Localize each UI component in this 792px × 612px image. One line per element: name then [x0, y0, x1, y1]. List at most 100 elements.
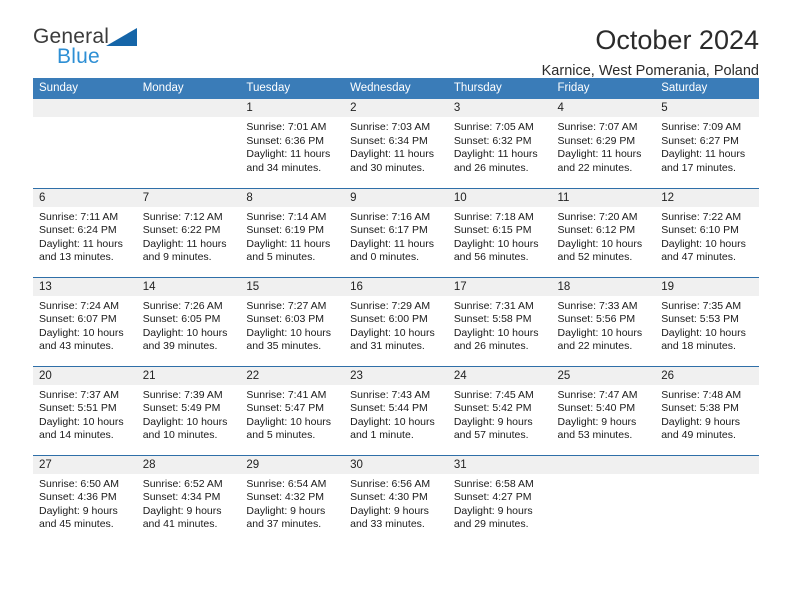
- day-number: 8: [240, 188, 345, 207]
- day-details: Sunrise: 7:24 AM Sunset: 6:07 PM Daylight:…: [33, 296, 137, 354]
- day-cell-inner: 8 Sunrise: 7:14 AM Sunset: 6:19 PM Daylight…: [240, 188, 345, 277]
- calendar-day-cell[interactable]: 4 Sunrise: 7:07 AM Sunset: 6:29 PM Daylight…: [551, 99, 656, 188]
- day-cell-inner: 14 Sunrise: 7:26 AM Sunset: 6:05 PM Dayligh…: [136, 277, 241, 366]
- daylight-text: Daylight: 9 hours and 29 minutes.: [453, 504, 533, 531]
- calendar-day-cell[interactable]: 23 Sunrise: 7:43 AM Sunset: 5:44 PM Dayligh…: [344, 365, 448, 455]
- day-cell-inner: 3 Sunrise: 7:05 AM Sunset: 6:32 PM Daylight…: [447, 99, 552, 188]
- calendar-day-cell[interactable]: 25 Sunrise: 7:47 AM Sunset: 5:40 PM Dayligh…: [551, 365, 656, 455]
- sunrise-text: Sunrise: 7:33 AM: [557, 299, 638, 312]
- calendar-week-row: 27 Sunrise: 6:50 AM Sunset: 4:36 PM Dayligh…: [33, 454, 759, 545]
- day-number: [655, 455, 759, 474]
- day-cell-inner: 11 Sunrise: 7:20 AM Sunset: 6:12 PM Dayligh…: [551, 188, 656, 277]
- calendar-day-cell[interactable]: 10 Sunrise: 7:18 AM Sunset: 6:15 PM Dayligh…: [447, 187, 552, 277]
- sunrise-text: Sunrise: 7:03 AM: [350, 121, 431, 133]
- calendar-day-cell[interactable]: 22 Sunrise: 7:41 AM Sunset: 5:47 PM Dayligh…: [240, 365, 345, 455]
- sunset-text: Sunset: 6:05 PM: [142, 313, 221, 326]
- day-details: Sunrise: 7:37 AM Sunset: 5:51 PM Daylight:…: [33, 385, 137, 443]
- calendar-day-cell[interactable]: 14 Sunrise: 7:26 AM Sunset: 6:05 PM Dayligh…: [136, 276, 241, 366]
- daylight-text: Daylight: 11 hours and 34 minutes.: [246, 148, 331, 174]
- sunrise-text: Sunrise: 7:22 AM: [661, 210, 742, 223]
- calendar-day-cell[interactable]: 16 Sunrise: 7:29 AM Sunset: 6:00 PM Dayligh…: [344, 276, 448, 366]
- sunrise-text: Sunrise: 7:43 AM: [350, 388, 431, 401]
- sunset-text: Sunset: 5:58 PM: [453, 313, 532, 326]
- sunset-text: Sunset: 5:49 PM: [142, 402, 221, 415]
- calendar-day-cell[interactable]: 24 Sunrise: 7:45 AM Sunset: 5:42 PM Dayligh…: [447, 365, 552, 455]
- calendar-day-cell[interactable]: 15 Sunrise: 7:27 AM Sunset: 6:03 PM Dayligh…: [240, 276, 345, 366]
- calendar-day-cell[interactable]: 9 Sunrise: 7:16 AM Sunset: 6:17 PM Daylight…: [344, 187, 448, 277]
- calendar-day-cell[interactable]: 21 Sunrise: 7:39 AM Sunset: 5:49 PM Dayligh…: [136, 365, 241, 455]
- day-details: Sunrise: 7:20 AM Sunset: 6:12 PM Daylight:…: [552, 207, 656, 265]
- calendar-week-row: 20 Sunrise: 7:37 AM Sunset: 5:51 PM Dayligh…: [33, 365, 759, 455]
- day-cell-inner: 23 Sunrise: 7:43 AM Sunset: 5:44 PM Dayligh…: [344, 366, 448, 455]
- sunset-text: Sunset: 4:30 PM: [350, 491, 428, 504]
- weekday-header-thursday: Thursday: [447, 78, 552, 99]
- sunset-text: Sunset: 6:10 PM: [661, 224, 739, 237]
- sunrise-text: Sunrise: 7:45 AM: [453, 388, 534, 401]
- calendar-day-cell[interactable]: 11 Sunrise: 7:20 AM Sunset: 6:12 PM Dayligh…: [551, 187, 656, 277]
- calendar-day-cell[interactable]: 29 Sunrise: 6:54 AM Sunset: 4:32 PM Dayligh…: [240, 454, 345, 545]
- day-number: 6: [33, 188, 137, 207]
- day-cell-inner: 12 Sunrise: 7:22 AM Sunset: 6:10 PM Dayligh…: [655, 188, 759, 277]
- calendar-day-cell[interactable]: 18 Sunrise: 7:33 AM Sunset: 5:56 PM Dayligh…: [551, 276, 656, 366]
- day-details: Sunrise: 7:43 AM Sunset: 5:44 PM Daylight:…: [344, 385, 448, 443]
- sunrise-text: Sunrise: 7:09 AM: [661, 121, 742, 133]
- day-details: Sunrise: 7:41 AM Sunset: 5:47 PM Daylight:…: [240, 385, 344, 443]
- day-cell-inner: 17 Sunrise: 7:31 AM Sunset: 5:58 PM Dayligh…: [447, 277, 552, 366]
- calendar-day-cell[interactable]: 5 Sunrise: 7:09 AM Sunset: 6:27 PM Daylight…: [655, 99, 759, 188]
- calendar-day-cell[interactable]: 27 Sunrise: 6:50 AM Sunset: 4:36 PM Dayligh…: [33, 454, 137, 544]
- day-cell-inner: 31 Sunrise: 6:58 AM Sunset: 4:27 PM Dayligh…: [447, 455, 552, 545]
- sunset-text: Sunset: 5:38 PM: [661, 402, 739, 415]
- day-details: Sunrise: 7:31 AM Sunset: 5:58 PM Daylight:…: [448, 296, 552, 354]
- weekday-header-tuesday: Tuesday: [240, 78, 345, 99]
- calendar-day-cell[interactable]: 2 Sunrise: 7:03 AM Sunset: 6:34 PM Daylight…: [344, 99, 448, 188]
- sunrise-text: Sunrise: 7:16 AM: [350, 210, 431, 223]
- sunset-text: Sunset: 6:03 PM: [246, 313, 325, 326]
- sunset-text: Sunset: 5:47 PM: [246, 402, 325, 415]
- day-details: Sunrise: 7:11 AM Sunset: 6:24 PM Daylight:…: [33, 207, 137, 265]
- day-number: 2: [344, 99, 448, 117]
- calendar-day-cell[interactable]: 26 Sunrise: 7:48 AM Sunset: 5:38 PM Dayligh…: [655, 365, 759, 455]
- day-cell-inner: 16 Sunrise: 7:29 AM Sunset: 6:00 PM Dayligh…: [344, 277, 448, 366]
- day-details: Sunrise: 7:35 AM Sunset: 5:53 PM Daylight:…: [655, 296, 759, 354]
- sunrise-text: Sunrise: 7:11 AM: [39, 210, 119, 223]
- daylight-text: Daylight: 10 hours and 22 minutes.: [557, 326, 643, 353]
- logo-general-blue[interactable]: General Blue: [33, 26, 148, 74]
- daylight-text: Daylight: 10 hours and 10 minutes.: [142, 415, 228, 442]
- day-details: Sunrise: 7:33 AM Sunset: 5:56 PM Daylight:…: [552, 296, 656, 354]
- day-number: 21: [136, 366, 241, 385]
- day-cell-inner: 28 Sunrise: 6:52 AM Sunset: 4:34 PM Dayligh…: [136, 455, 241, 545]
- calendar-day-cell[interactable]: 30 Sunrise: 6:56 AM Sunset: 4:30 PM Dayligh…: [344, 454, 448, 544]
- day-details: Sunrise: 6:52 AM Sunset: 4:34 PM Daylight:…: [137, 474, 241, 532]
- calendar-day-cell[interactable]: 20 Sunrise: 7:37 AM Sunset: 5:51 PM Dayligh…: [33, 365, 137, 455]
- day-number: 18: [551, 277, 656, 296]
- calendar-day-cell[interactable]: 7 Sunrise: 7:12 AM Sunset: 6:22 PM Daylight…: [136, 187, 241, 277]
- calendar-day-cell[interactable]: 19 Sunrise: 7:35 AM Sunset: 5:53 PM Dayligh…: [655, 276, 759, 366]
- sunrise-text: Sunrise: 7:37 AM: [39, 388, 119, 401]
- day-details: Sunrise: 6:58 AM Sunset: 4:27 PM Daylight:…: [448, 474, 552, 532]
- day-details: Sunrise: 7:27 AM Sunset: 6:03 PM Daylight:…: [240, 296, 344, 354]
- calendar-day-cell[interactable]: 17 Sunrise: 7:31 AM Sunset: 5:58 PM Dayligh…: [447, 276, 552, 366]
- day-cell-inner: 29 Sunrise: 6:54 AM Sunset: 4:32 PM Dayligh…: [240, 455, 345, 545]
- day-number: 31: [447, 455, 552, 474]
- day-details: Sunrise: 7:39 AM Sunset: 5:49 PM Daylight:…: [137, 385, 241, 443]
- sunset-text: Sunset: 6:00 PM: [350, 313, 428, 326]
- page-title: October 2024: [595, 25, 759, 55]
- page-subtitle: Karnice, West Pomerania, Poland: [541, 63, 759, 80]
- daylight-text: Daylight: 11 hours and 9 minutes.: [142, 237, 227, 264]
- calendar-day-cell[interactable]: 6 Sunrise: 7:11 AM Sunset: 6:24 PM Daylight…: [33, 187, 137, 277]
- daylight-text: Daylight: 10 hours and 35 minutes.: [246, 326, 332, 353]
- calendar-day-cell[interactable]: 13 Sunrise: 7:24 AM Sunset: 6:07 PM Dayligh…: [33, 276, 137, 366]
- sunrise-text: Sunrise: 7:05 AM: [453, 121, 534, 133]
- sunset-text: Sunset: 6:12 PM: [557, 224, 636, 237]
- calendar-day-cell[interactable]: 12 Sunrise: 7:22 AM Sunset: 6:10 PM Dayligh…: [655, 187, 759, 277]
- logo-text-blue: Blue: [57, 45, 100, 68]
- day-cell-inner: 6 Sunrise: 7:11 AM Sunset: 6:24 PM Daylight…: [33, 188, 137, 277]
- day-details: Sunrise: 7:14 AM Sunset: 6:19 PM Daylight:…: [240, 207, 344, 265]
- calendar-day-cell[interactable]: 3 Sunrise: 7:05 AM Sunset: 6:32 PM Daylight…: [447, 99, 552, 188]
- calendar-day-cell[interactable]: 31 Sunrise: 6:58 AM Sunset: 4:27 PM Dayligh…: [447, 454, 552, 545]
- day-details: Sunrise: 7:03 AM Sunset: 6:34 PM Daylight:…: [344, 117, 448, 175]
- calendar-day-cell[interactable]: 8 Sunrise: 7:14 AM Sunset: 6:19 PM Daylight…: [240, 187, 345, 277]
- calendar-day-cell[interactable]: 28 Sunrise: 6:52 AM Sunset: 4:34 PM Dayligh…: [136, 454, 241, 545]
- calendar-day-cell[interactable]: 1 Sunrise: 7:01 AM Sunset: 6:36 PM Daylight…: [240, 99, 345, 188]
- day-number: 12: [655, 188, 759, 207]
